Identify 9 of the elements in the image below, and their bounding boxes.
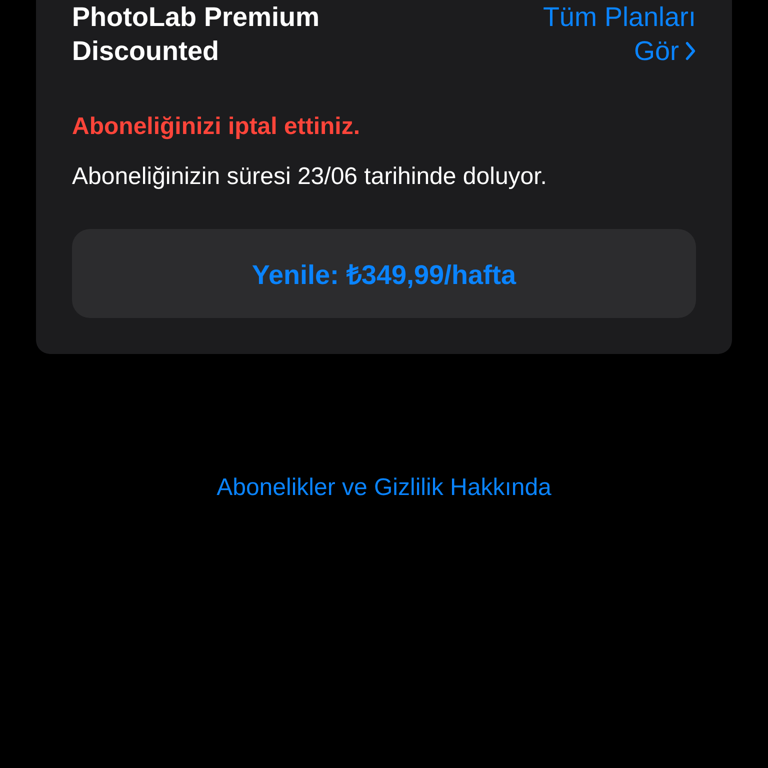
expiry-text: Aboneliğinizin süresi 23/06 tarihinde doluyor. <box>72 162 548 192</box>
renew-button[interactable]: Yenile: ₺349,99/hafta <box>72 229 696 318</box>
subscription-name: PhotoLab Premium <box>72 1 320 34</box>
chevron-right-icon <box>685 41 696 61</box>
subscriptions-privacy-link[interactable]: Abonelikler ve Gizlilik Hakkında <box>216 474 552 502</box>
see-all-plans-link[interactable]: Tüm Planları <box>542 0 696 34</box>
subscription-name: Discounted <box>72 35 220 68</box>
cancelled-notice: Aboneliğinizi iptal ettiniz. <box>72 112 361 142</box>
see-all-plans-link[interactable]: Gör <box>634 34 696 68</box>
